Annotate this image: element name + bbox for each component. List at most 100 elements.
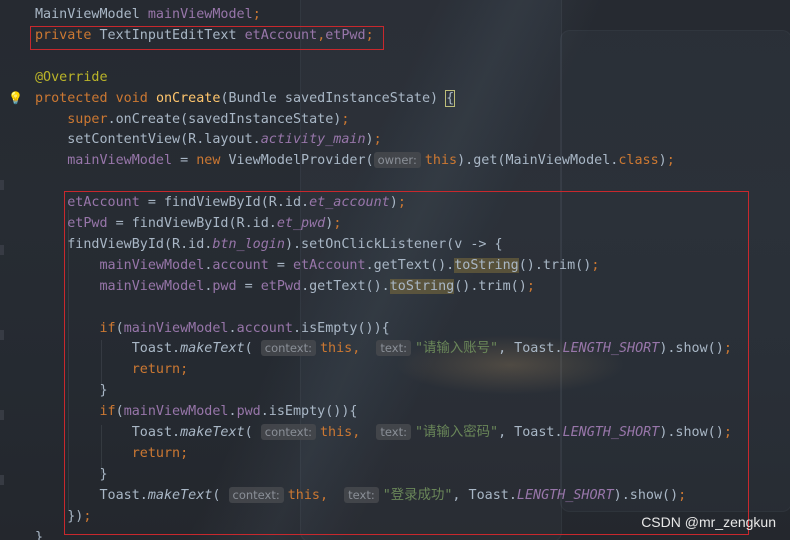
code-token: btn_login <box>212 236 285 252</box>
code-line[interactable]: protected void onCreate(Bundle savedInst… <box>35 88 456 109</box>
code-line[interactable]: Toast.makeText( context: this, text: "请输入账… <box>35 338 732 359</box>
code-line[interactable]: Toast.makeText( context: this, text: "请输入密… <box>35 422 732 443</box>
code-token: account <box>212 257 269 273</box>
code-token: et_account <box>309 195 390 211</box>
code-token: ) <box>389 195 398 211</box>
code-token: ; <box>333 216 342 231</box>
code-line[interactable]: Toast.makeText( context: this, text: "登录成功… <box>35 485 686 506</box>
code-token: mainViewModel <box>123 404 229 420</box>
code-token: ; <box>723 425 732 440</box>
code-token: mainViewModel <box>99 257 205 273</box>
code-token: super <box>67 111 108 127</box>
code-token: etPwd <box>325 27 366 43</box>
code-token: , <box>352 341 377 357</box>
code-line[interactable]: @Override <box>35 67 108 88</box>
code-line[interactable]: setContentView(R.layout.activity_main); <box>35 129 381 150</box>
parameter-hint: context: <box>260 340 316 357</box>
code-line[interactable]: mainViewModel.pwd = etPwd.getText().toSt… <box>35 276 535 297</box>
code-line[interactable]: }); <box>35 506 91 527</box>
code-token: ; <box>678 487 687 503</box>
code-token: this <box>287 487 320 503</box>
code-line[interactable]: if(mainViewModel.pwd.isEmpty()){ <box>35 401 358 422</box>
code-token: etPwd <box>67 216 108 231</box>
code-token: makeText <box>180 425 245 440</box>
code-token: @Override <box>35 69 108 85</box>
code-token: ; <box>83 508 92 524</box>
code-token: if <box>99 404 116 420</box>
code-line[interactable]: super.onCreate(savedInstanceState); <box>35 109 349 130</box>
code-line[interactable]: MainViewModel mainViewModel; <box>35 4 261 25</box>
code-token: LENGTH_SHORT <box>562 425 660 440</box>
code-token: . <box>228 404 237 420</box>
code-line[interactable]: etPwd = findViewById(R.id.et_pwd); <box>35 213 341 234</box>
code-token: etAccount <box>67 195 140 211</box>
intention-bulb-icon[interactable]: 💡 <box>8 91 23 105</box>
code-token: private <box>35 27 100 43</box>
code-token: ; <box>526 278 535 294</box>
code-editor[interactable]: 💡 MainViewModel mainViewModel; private Te… <box>0 0 790 540</box>
code-token: new <box>196 153 229 169</box>
code-token: et_pwd <box>276 216 326 231</box>
code-token: ; <box>341 111 350 127</box>
parameter-hint: text: <box>376 424 411 440</box>
code-line[interactable]: if(mainViewModel.account.isEmpty()){ <box>35 318 390 339</box>
code-token: ) <box>365 132 374 148</box>
parameter-hint: context: <box>228 486 284 503</box>
code-token: , <box>352 425 377 440</box>
code-token: ( <box>244 341 261 357</box>
code-token: , Toast. <box>498 425 563 440</box>
code-token: mainViewModel <box>67 153 173 169</box>
code-line[interactable]: return; <box>35 359 188 380</box>
code-line[interactable]: } <box>35 464 108 485</box>
code-line[interactable]: mainViewModel = new ViewModelProvider(ow… <box>35 150 675 171</box>
code-token: ; <box>365 27 374 43</box>
code-token: ).show() <box>613 487 679 503</box>
code-token: ).show() <box>659 425 724 440</box>
code-token: ViewModelProvider( <box>228 153 374 169</box>
code-token: Toast. <box>131 425 181 440</box>
gutter-fold-marker[interactable] <box>0 330 4 340</box>
code-token: onCreate <box>155 90 221 106</box>
code-token: ; <box>252 7 261 22</box>
gutter-fold-marker[interactable] <box>0 180 4 190</box>
gutter-fold-marker[interactable] <box>0 245 4 255</box>
code-token: } <box>99 383 108 399</box>
code-token: class <box>618 153 659 169</box>
code-token: .isEmpty()){ <box>260 404 358 420</box>
code-token: .isEmpty()){ <box>293 320 390 336</box>
code-token: ( <box>212 487 229 503</box>
code-token: (Bundle savedInstanceState) <box>220 90 447 106</box>
code-line[interactable]: } <box>35 527 43 540</box>
gutter-fold-marker[interactable] <box>0 475 4 485</box>
code-token: = findViewById(R.id. <box>139 195 310 211</box>
code-line[interactable]: mainViewModel.account = etAccount.getTex… <box>35 255 599 276</box>
code-token: pwd <box>236 404 261 420</box>
code-line[interactable]: } <box>35 380 108 401</box>
code-line[interactable]: private TextInputEditText etAccount,etPw… <box>35 25 374 46</box>
gutter-fold-marker[interactable] <box>0 410 4 420</box>
code-line[interactable]: findViewById(R.id.btn_login).setOnClickL… <box>35 234 503 255</box>
code-token: ).setOnClickListener(v -> { <box>284 236 503 252</box>
code-token: } <box>35 529 44 540</box>
code-token: this <box>319 341 353 357</box>
code-line[interactable]: return; <box>35 443 188 464</box>
parameter-hint: owner: <box>373 152 421 169</box>
watermark: CSDN @mr_zengkun <box>641 514 776 530</box>
code-token: this <box>424 153 458 169</box>
code-token: etAccount <box>244 27 318 43</box>
code-token: Toast. <box>131 341 181 357</box>
code-token: ; <box>723 341 732 357</box>
code-token: return; <box>131 362 189 378</box>
code-line[interactable]: etAccount = findViewById(R.id.et_account… <box>35 192 406 213</box>
